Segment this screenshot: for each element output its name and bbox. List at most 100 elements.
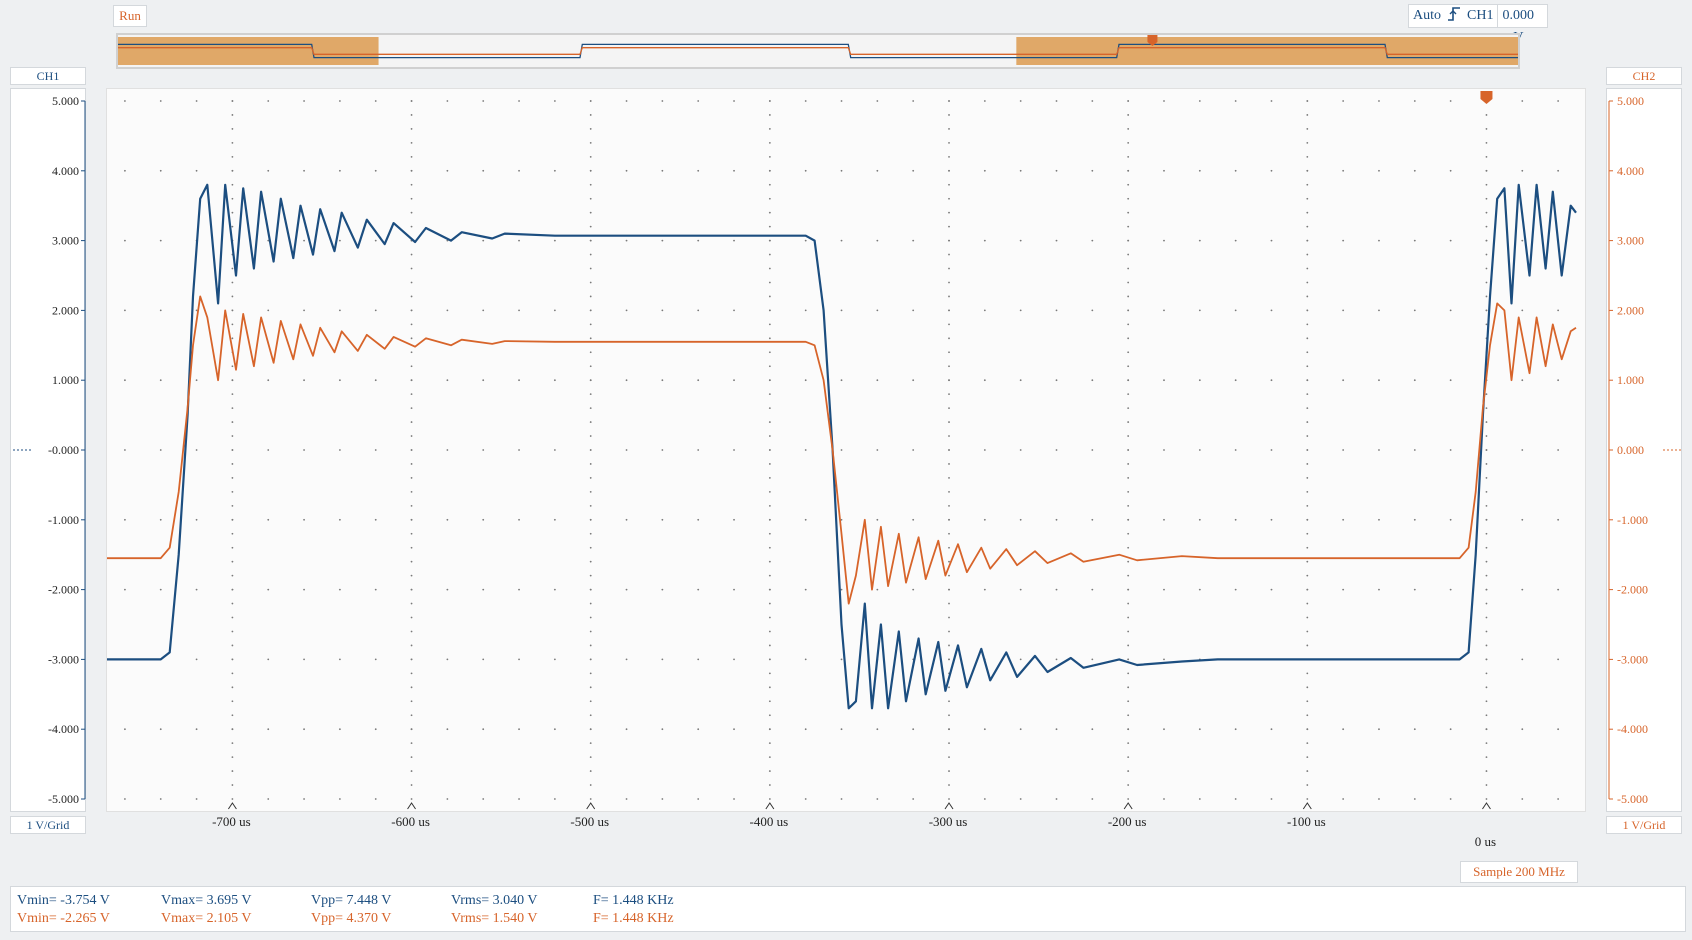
grid-dot — [589, 281, 592, 284]
grid-dot — [589, 588, 592, 591]
grid-dot — [518, 100, 520, 102]
grid-dot — [410, 197, 413, 200]
grid-dot — [589, 407, 592, 410]
ch2-vmax: Vmax= 2.105 V — [161, 911, 252, 926]
grid-dot — [661, 658, 664, 661]
grid-dot — [446, 449, 449, 451]
grid-dot — [768, 155, 771, 158]
grid-dot — [374, 518, 377, 521]
grid-dot — [733, 100, 735, 102]
grid-dot — [1306, 532, 1309, 535]
grid-dot — [948, 560, 950, 563]
grid-dot — [1342, 728, 1345, 731]
grid-dot — [768, 281, 771, 284]
grid-dot — [1306, 295, 1309, 298]
grid-dot — [1163, 658, 1165, 661]
grid-dot — [1485, 602, 1488, 605]
grid-dot — [948, 686, 950, 689]
grid-dot — [948, 100, 950, 102]
grid-dot — [1485, 490, 1488, 493]
grid-dot — [124, 169, 126, 172]
grid-dot — [768, 532, 771, 535]
grid-dot — [768, 421, 771, 423]
grid-dot — [1485, 700, 1488, 703]
grid-dot — [589, 602, 592, 605]
grid-dot — [446, 518, 449, 521]
waveform-overview[interactable] — [116, 33, 1520, 69]
grid-dot — [589, 574, 592, 577]
grid-dot — [840, 100, 843, 102]
x-tick-label: -300 us — [929, 814, 968, 829]
grid-dot — [1378, 728, 1380, 731]
grid-dot — [1449, 518, 1452, 521]
ch2-header[interactable]: CH2 — [1606, 67, 1682, 85]
grid-dot — [1234, 239, 1237, 242]
grid-dot — [1557, 379, 1560, 382]
ch1-header[interactable]: CH1 — [10, 67, 86, 85]
grid-dot — [589, 546, 592, 549]
grid-dot — [1306, 728, 1309, 731]
grid-dot — [768, 672, 771, 675]
sample-rate[interactable]: Sample 200 MHz — [1460, 861, 1578, 883]
grid-dot — [410, 379, 413, 382]
grid-dot — [768, 128, 771, 130]
grid-dot — [589, 798, 592, 800]
trigger-channel[interactable]: CH1 — [1463, 5, 1497, 27]
trigger-level[interactable]: 0.000 mV — [1497, 5, 1547, 45]
grid-dot — [768, 588, 771, 591]
grid-dot — [338, 728, 341, 731]
grid-dot — [1127, 323, 1130, 326]
grid-dot — [1127, 560, 1130, 563]
ch2-axis-column: 5.000 4.000 3.000 2.000 1.000 0.000 -1.000 -2.0… — [1606, 88, 1682, 812]
grid-dot — [697, 379, 700, 382]
grid-dot — [1270, 798, 1273, 800]
grid-dot — [1557, 309, 1560, 312]
grid-dot — [948, 197, 950, 200]
grid-dot — [948, 449, 950, 451]
grid-dot — [804, 728, 807, 731]
grid-dot — [1127, 309, 1130, 312]
grid-dot — [768, 546, 771, 549]
x-tick-label: -600 us — [391, 814, 430, 829]
grid-dot — [231, 644, 234, 647]
grid-dot — [983, 449, 986, 451]
grid-dot — [1485, 770, 1488, 772]
grid-dot — [410, 323, 413, 326]
grid-dot — [1198, 728, 1201, 731]
grid-dot — [589, 463, 592, 465]
grid-dot — [1378, 100, 1380, 102]
grid-dot — [589, 239, 592, 242]
grid-dot — [948, 323, 950, 326]
grid-dot — [1019, 798, 1022, 800]
grid-dot — [410, 421, 413, 423]
grid-dot — [840, 658, 843, 661]
grid-dot — [231, 393, 234, 396]
grid-dot — [1306, 183, 1309, 186]
trigger-panel[interactable]: Auto CH1 0.000 mV — [1408, 4, 1548, 45]
grid-dot — [983, 588, 986, 591]
grid-dot — [876, 798, 879, 800]
grid-dot — [983, 379, 986, 382]
grid-dot — [267, 798, 270, 800]
grid-dot — [1127, 700, 1130, 703]
ch2-scale[interactable]: 1 V/Grid — [1606, 816, 1682, 834]
grid-dot — [1485, 239, 1488, 242]
grid-dot — [410, 518, 413, 521]
grid-dot — [231, 323, 234, 326]
grid-dot — [948, 169, 950, 172]
grid-dot — [1127, 532, 1130, 535]
trigger-mode[interactable]: Auto — [1409, 5, 1445, 27]
left-y-tick-label: 1.000 — [52, 373, 79, 387]
grid-dot — [948, 756, 950, 759]
grid-dot — [374, 169, 377, 172]
grid-dot — [1521, 169, 1524, 172]
grid-dot — [589, 784, 592, 786]
grid-dot — [1306, 784, 1309, 786]
grid-dot — [410, 141, 413, 144]
grid-dot — [589, 630, 592, 633]
ch1-scale[interactable]: 1 V/Grid — [10, 816, 86, 834]
waveform-plot[interactable] — [106, 88, 1586, 812]
grid-dot — [1521, 518, 1524, 521]
run-status-button[interactable]: Run — [113, 5, 147, 27]
grid-dot — [768, 630, 771, 633]
